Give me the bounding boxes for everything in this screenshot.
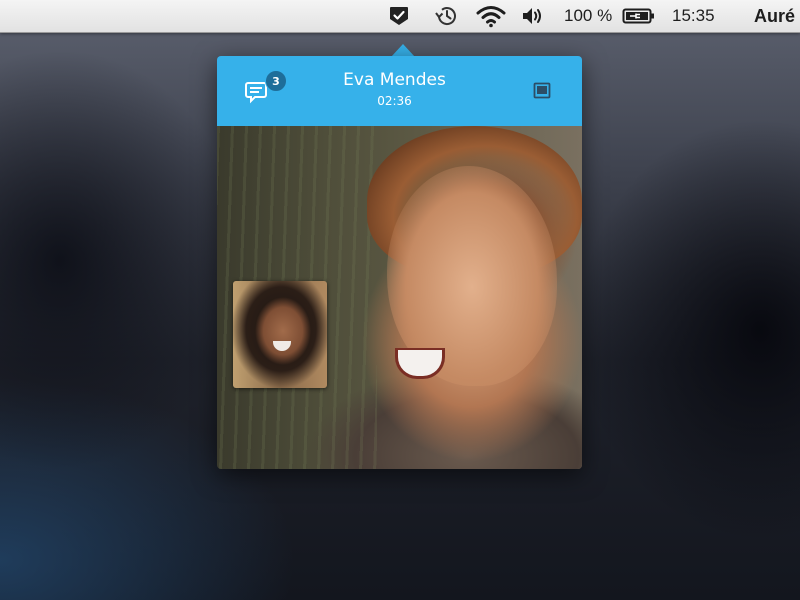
menubar-user-name[interactable]: Auré — [754, 0, 795, 32]
remote-video — [217, 126, 582, 469]
self-view-smile — [273, 341, 291, 351]
expand-window-icon — [533, 82, 551, 99]
battery-percent: 100 % — [564, 6, 613, 25]
caller-name: Eva Mendes — [343, 70, 446, 90]
skype-status-icon[interactable] — [388, 0, 410, 32]
wifi-icon[interactable] — [475, 0, 507, 32]
expand-window-button[interactable] — [533, 82, 551, 100]
self-view-video[interactable] — [233, 281, 327, 388]
call-header: 3 Eva Mendes 02:36 — [217, 56, 582, 126]
battery-charging-icon[interactable] — [622, 0, 656, 32]
time-machine-icon[interactable] — [434, 0, 460, 32]
menu-bar: 100 % 15:35 Auré — [0, 0, 800, 33]
call-duration: 02:36 — [377, 94, 412, 108]
call-window: 3 Eva Mendes 02:36 — [217, 56, 582, 469]
volume-icon[interactable] — [520, 0, 544, 32]
menubar-clock[interactable]: 15:35 — [672, 0, 715, 32]
